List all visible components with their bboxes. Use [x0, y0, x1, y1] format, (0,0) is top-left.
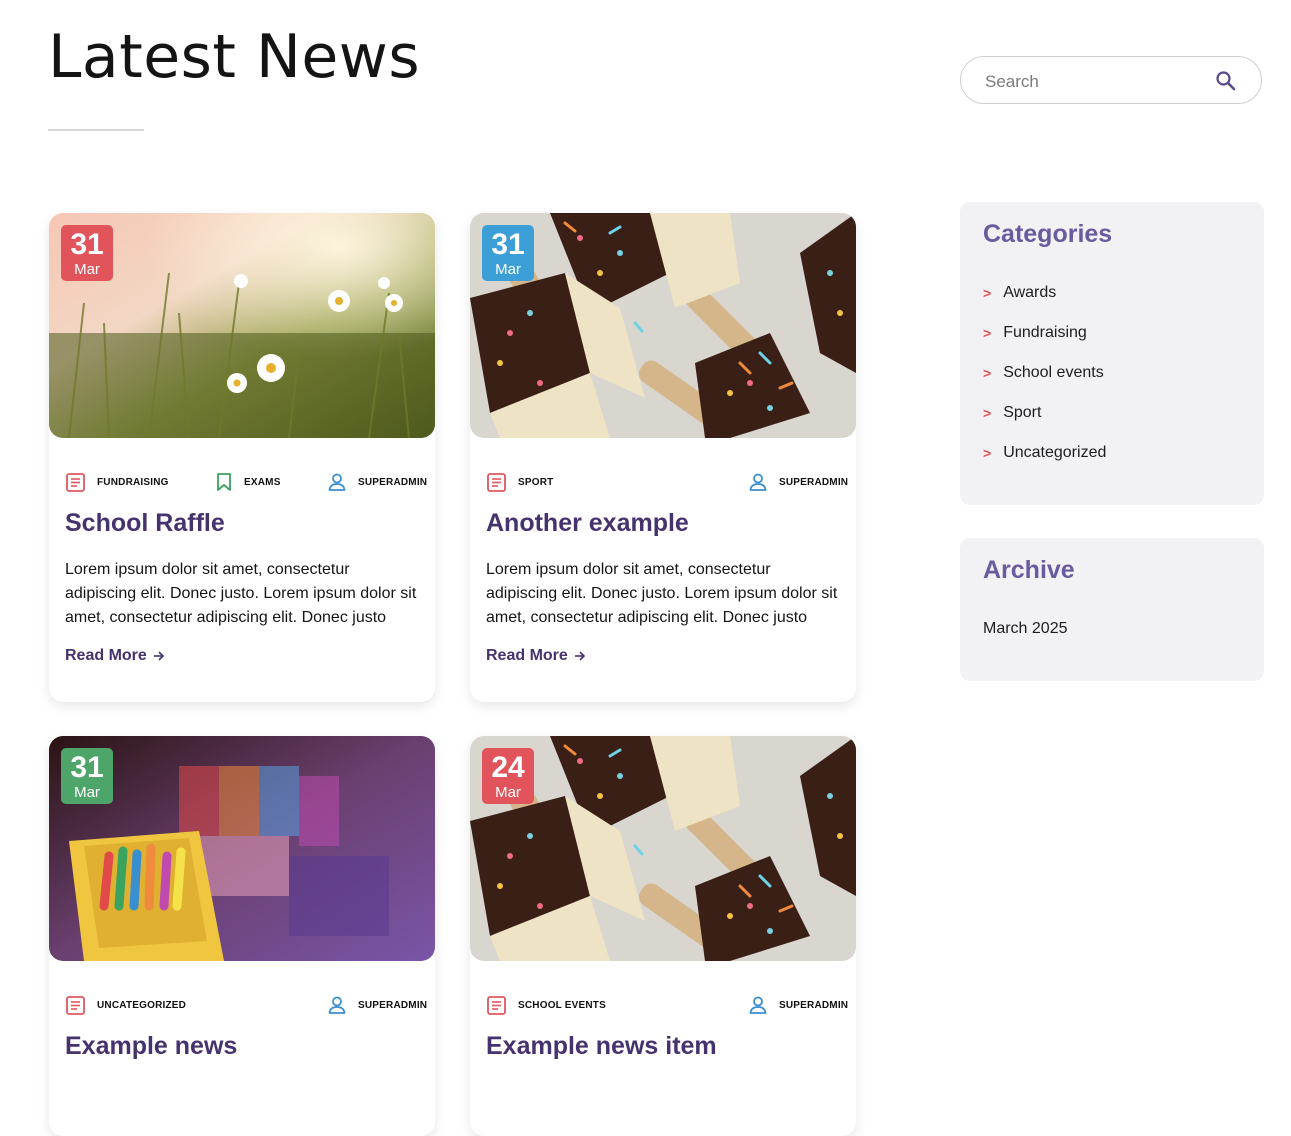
category-item-label: Fundraising	[1003, 324, 1087, 341]
categories-widget: Categories > Awards > Fundraising > Scho…	[960, 202, 1264, 505]
author-label: SUPERADMIN	[358, 476, 428, 488]
author-link[interactable]: SUPERADMIN	[748, 472, 848, 492]
news-card-another-example[interactable]: 31 Mar SPORT SUPERADMIN Another example …	[470, 213, 856, 702]
category-item-label: Sport	[1003, 404, 1042, 421]
category-link[interactable]: UNCATEGORIZED	[65, 995, 186, 1016]
category-link[interactable]: FUNDRAISING	[65, 472, 169, 493]
document-icon	[487, 996, 506, 1015]
date-badge: 24 Mar	[482, 748, 534, 804]
chevron-right-icon: >	[983, 285, 992, 301]
card-excerpt: Lorem ipsum dolor sit amet, consectetur …	[486, 561, 838, 626]
post-meta: UNCATEGORIZED SUPERADMIN	[65, 995, 427, 1017]
author-link[interactable]: SUPERADMIN	[327, 472, 427, 492]
author-label: SUPERADMIN	[358, 999, 428, 1011]
document-icon	[66, 473, 85, 492]
date-month: Mar	[74, 261, 100, 278]
category-label: FUNDRAISING	[97, 477, 169, 488]
category-label: UNCATEGORIZED	[97, 1000, 187, 1011]
category-item-sport[interactable]: > Sport	[983, 404, 1041, 422]
category-item-label: School events	[1003, 364, 1104, 381]
chevron-right-icon: >	[983, 325, 992, 341]
category-item-fundraising[interactable]: > Fundraising	[983, 324, 1087, 342]
archive-title: Archive	[983, 556, 1075, 584]
date-day: 31	[491, 228, 525, 261]
post-meta: SPORT SUPERADMIN	[486, 472, 848, 494]
search-box[interactable]	[960, 56, 1262, 104]
chevron-right-icon: >	[983, 445, 992, 461]
category-link[interactable]: SPORT	[486, 472, 553, 493]
author-label: SUPERADMIN	[779, 999, 849, 1011]
page-title: Latest News	[48, 22, 421, 92]
document-icon	[487, 473, 506, 492]
date-month: Mar	[495, 784, 521, 801]
date-day: 24	[491, 751, 525, 784]
date-badge: 31 Mar	[61, 225, 113, 281]
read-more-label: Read More	[486, 647, 568, 664]
chevron-right-icon: >	[983, 405, 992, 421]
news-card-school-raffle[interactable]: 31 Mar FUNDRAISING EXAMS SUPERADMIN Scho…	[49, 213, 435, 702]
date-month: Mar	[495, 261, 521, 278]
bookmark-icon	[217, 473, 231, 491]
archive-widget: Archive March 2025	[960, 538, 1264, 681]
author-label: SUPERADMIN	[779, 476, 849, 488]
read-more-link[interactable]: Read More	[486, 647, 586, 665]
category-item-uncategorized[interactable]: > Uncategorized	[983, 444, 1106, 462]
user-icon	[749, 996, 767, 1014]
tag-label: EXAMS	[244, 476, 281, 488]
read-more-label: Read More	[65, 647, 147, 664]
category-item-label: Awards	[1003, 284, 1057, 301]
news-card-example-news[interactable]: 31 Mar UNCATEGORIZED SUPERADMIN Example …	[49, 736, 435, 1136]
user-icon	[328, 996, 346, 1014]
category-item-school-events[interactable]: > School events	[983, 364, 1104, 382]
author-link[interactable]: SUPERADMIN	[748, 995, 848, 1015]
card-title[interactable]: Example news	[65, 1032, 237, 1061]
category-label: SCHOOL EVENTS	[518, 1000, 606, 1011]
category-item-label: Uncategorized	[1003, 444, 1107, 461]
category-item-awards[interactable]: > Awards	[983, 284, 1056, 302]
categories-title: Categories	[983, 220, 1113, 248]
date-day: 31	[70, 751, 104, 784]
date-month: Mar	[74, 784, 100, 801]
post-meta: FUNDRAISING EXAMS SUPERADMIN	[65, 472, 427, 494]
arrow-right-icon	[574, 651, 585, 661]
user-icon	[328, 473, 346, 491]
card-title[interactable]: Another example	[486, 509, 689, 538]
post-meta: SCHOOL EVENTS SUPERADMIN	[486, 995, 848, 1017]
archive-item-march-2025[interactable]: March 2025	[983, 620, 1068, 638]
news-card-example-news-item[interactable]: 24 Mar SCHOOL EVENTS SUPERADMIN Example …	[470, 736, 856, 1136]
card-title[interactable]: Example news item	[486, 1032, 717, 1061]
tag-link[interactable]: EXAMS	[215, 472, 281, 492]
document-icon	[66, 996, 85, 1015]
read-more-link[interactable]: Read More	[65, 647, 165, 665]
search-input[interactable]	[983, 69, 1207, 95]
card-excerpt: Lorem ipsum dolor sit amet, consectetur …	[65, 561, 417, 626]
user-icon	[749, 473, 767, 491]
category-label: SPORT	[518, 477, 554, 488]
date-day: 31	[70, 228, 104, 261]
card-title[interactable]: School Raffle	[65, 509, 225, 538]
arrow-right-icon	[153, 651, 164, 661]
category-link[interactable]: SCHOOL EVENTS	[486, 995, 606, 1016]
search-icon[interactable]	[1214, 69, 1238, 93]
author-link[interactable]: SUPERADMIN	[327, 995, 427, 1015]
title-divider	[48, 129, 144, 131]
date-badge: 31 Mar	[61, 748, 113, 804]
date-badge: 31 Mar	[482, 225, 534, 281]
chevron-right-icon: >	[983, 365, 992, 381]
